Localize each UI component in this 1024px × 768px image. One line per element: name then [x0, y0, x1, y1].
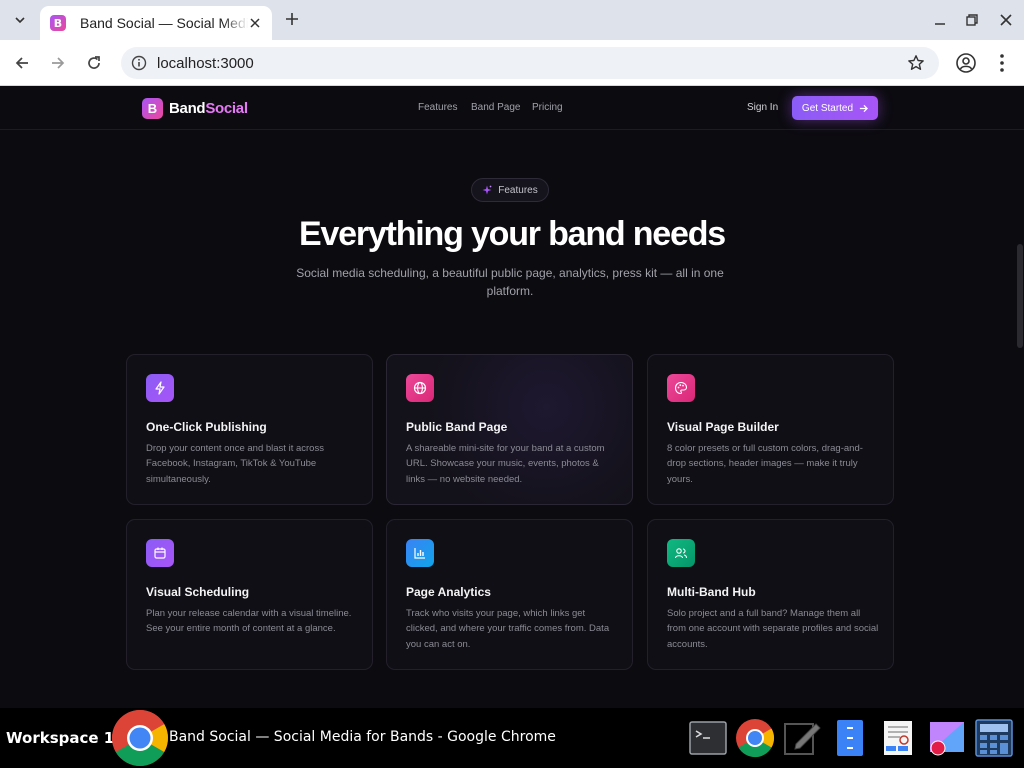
feature-description: Track who visits your page, which links …	[406, 608, 610, 650]
brand-name: BandSocial	[169, 100, 248, 117]
restore-button[interactable]	[962, 10, 982, 30]
nav-link-band-page[interactable]: Band Page	[471, 102, 521, 113]
feature-description: 8 color presets or full custom colors, d…	[667, 443, 863, 485]
chrome-tray-icon[interactable]	[735, 718, 775, 758]
close-icon	[250, 18, 260, 28]
calendar-icon	[146, 539, 174, 567]
forward-arrow-icon	[52, 57, 65, 69]
feature-title: Page Analytics	[406, 585, 491, 599]
close-window-button[interactable]	[996, 10, 1016, 30]
bookmark-star-icon[interactable]	[907, 54, 925, 72]
palette-icon	[667, 374, 695, 402]
brand-name-part1: Band	[169, 100, 206, 117]
brand-name-part2: Social	[205, 100, 248, 117]
url-text[interactable]: localhost:3000	[157, 55, 254, 72]
back-button[interactable]	[10, 51, 34, 75]
brand-logo-link[interactable]: B BandSocial	[142, 98, 248, 119]
reload-icon	[88, 56, 100, 69]
sparkle-icon	[482, 185, 492, 195]
tab-strip: B Band Social — Social Media for Bands	[0, 0, 1024, 40]
page-viewport: B BandSocial Features Band Page Pricing …	[0, 87, 1024, 708]
chrome-taskbar-icon[interactable]	[110, 708, 170, 768]
favicon-icon: B	[50, 15, 66, 31]
section-title: Everything your band needs	[298, 215, 726, 253]
users-icon	[667, 539, 695, 567]
image-viewer-icon[interactable]	[926, 718, 966, 758]
site-info-icon[interactable]	[131, 55, 147, 71]
workspace-label[interactable]: Workspace 1	[6, 729, 114, 747]
back-arrow-icon	[15, 57, 28, 69]
forward-button[interactable]	[46, 51, 70, 75]
browser-tab[interactable]: B Band Social — Social Media for Bands	[40, 6, 272, 40]
document-viewer-icon[interactable]	[878, 718, 918, 758]
restore-icon	[966, 14, 978, 26]
tab-close-button[interactable]	[246, 14, 264, 32]
feature-title: Visual Page Builder	[667, 420, 779, 434]
site-navbar: B BandSocial Features Band Page Pricing …	[0, 87, 1024, 130]
get-started-label: Get Started	[801, 102, 854, 114]
taskbar-window-title[interactable]: Band Social — Social Media for Bands - G…	[169, 729, 556, 745]
feature-card-public-band-page: Public Band Page A shareable mini-site f…	[386, 354, 633, 505]
feature-card-visual-page-builder: Visual Page Builder 8 color presets or f…	[647, 354, 894, 505]
feature-description: Solo project and a full band? Manage the…	[667, 608, 879, 650]
reload-button[interactable]	[82, 51, 106, 75]
text-editor-icon[interactable]	[782, 718, 822, 758]
taskbar: Workspace 1 Band Social — Social Media f…	[0, 708, 1024, 768]
features-pill: Features	[471, 178, 549, 202]
minimize-button[interactable]	[930, 10, 950, 30]
section-subtitle: Social media scheduling, a beautiful pub…	[296, 266, 724, 298]
bar-chart-icon	[406, 539, 434, 567]
page-scrollbar[interactable]	[1017, 244, 1023, 348]
nav-link-features[interactable]: Features	[418, 102, 457, 113]
feature-card-visual-scheduling: Visual Scheduling Plan your release cale…	[126, 519, 373, 670]
sign-in-link[interactable]: Sign In	[747, 102, 778, 113]
address-bar[interactable]: localhost:3000	[121, 47, 939, 79]
browser-toolbar: localhost:3000	[0, 40, 1024, 86]
lightning-icon	[146, 374, 174, 402]
file-manager-icon[interactable]	[830, 718, 870, 758]
features-pill-label: Features	[498, 184, 538, 196]
feature-title: Visual Scheduling	[146, 585, 250, 599]
kebab-menu-icon[interactable]	[994, 52, 1010, 74]
nav-link-pricing[interactable]: Pricing	[532, 102, 563, 113]
close-icon	[1000, 14, 1012, 26]
feature-card-multi-band-hub: Multi-Band Hub Solo project and a full b…	[647, 519, 894, 670]
arrow-right-icon	[859, 104, 869, 112]
feature-title: Multi-Band Hub	[667, 585, 756, 599]
feature-description: Plan your release calendar with a visual…	[146, 608, 352, 635]
plus-icon	[286, 13, 298, 25]
chevron-down-icon	[15, 17, 25, 24]
new-tab-button[interactable]	[282, 9, 302, 29]
feature-description: Drop your content once and blast it acro…	[146, 443, 324, 485]
get-started-button[interactable]: Get Started	[792, 96, 878, 120]
tab-search-button[interactable]	[8, 8, 32, 32]
feature-card-page-analytics: Page Analytics Track who visits your pag…	[386, 519, 633, 670]
calculator-icon[interactable]	[974, 718, 1014, 758]
feature-title: Public Band Page	[406, 420, 508, 434]
brand-logo-icon: B	[142, 98, 163, 119]
feature-title: One-Click Publishing	[146, 420, 267, 434]
profile-icon[interactable]	[955, 52, 977, 74]
globe-icon	[406, 374, 434, 402]
tab-title: Band Social — Social Media for Bands	[80, 15, 248, 31]
terminal-icon[interactable]	[688, 718, 728, 758]
minimize-icon	[935, 23, 945, 25]
feature-description: A shareable mini-site for your band at a…	[406, 443, 605, 485]
feature-card-one-click-publishing: One-Click Publishing Drop your content o…	[126, 354, 373, 505]
